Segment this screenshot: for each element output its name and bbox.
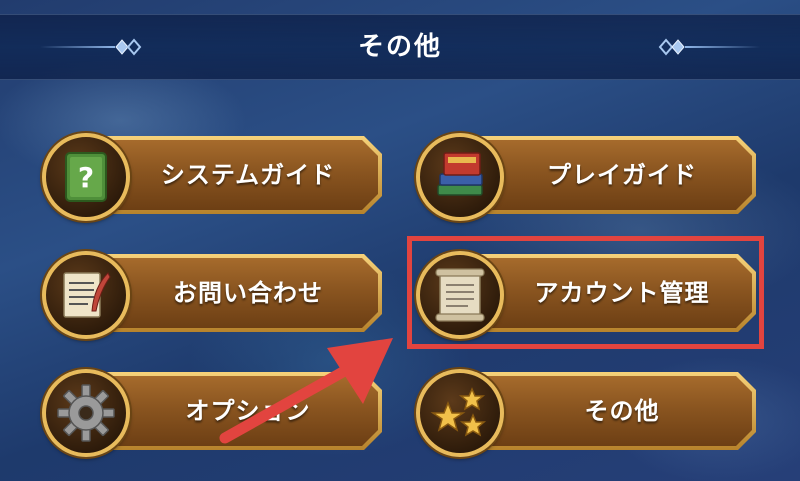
header-line-right [685,46,760,48]
books-stack-icon [416,133,504,221]
system-guide-label: システムガイド [160,161,336,189]
highlight-box [407,236,764,349]
header-bar: その他 [0,14,800,80]
svg-text:?: ? [78,161,94,194]
play-guide-label: プレイガイド [547,161,697,189]
contact-label: お問い合わせ [173,279,323,307]
stars-icon [416,369,504,457]
pointer-arrow-icon [219,338,393,444]
gear-icon [42,369,130,457]
letter-quill-icon [42,251,130,339]
question-book-icon: ? [42,133,130,221]
other-label: その他 [584,397,660,425]
